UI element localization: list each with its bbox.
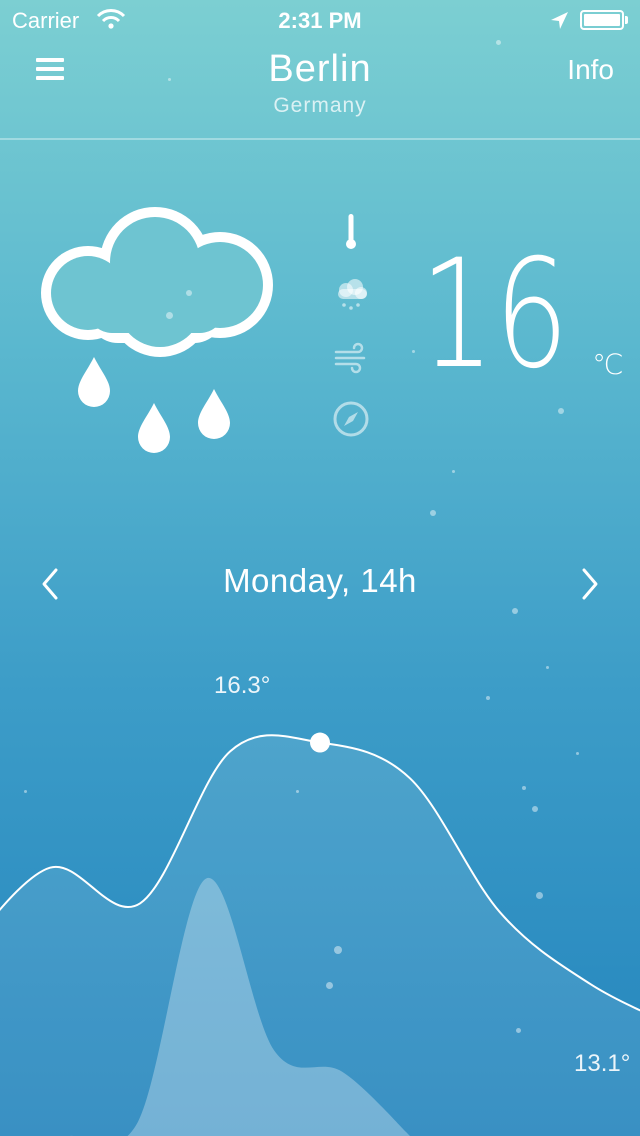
snow-particle [536,892,543,899]
min-temperature-label: 13.1° [574,1050,631,1077]
navigation-bar: Berlin Germany Info [0,40,640,138]
snow-particle [326,982,333,989]
country-name: Germany [273,94,367,117]
snow-particle [186,290,192,296]
snow-particle [512,608,518,614]
snow-particle [522,786,526,790]
current-temperature: 16 [420,228,569,402]
precipitation-icon[interactable] [328,272,374,318]
snow-particle [452,470,455,473]
snow-particle [546,666,549,669]
snow-particle [532,806,538,812]
location-arrow-icon [551,12,568,29]
snow-particle [296,790,299,793]
snow-particle [166,312,173,319]
snow-particle [486,696,490,700]
temperature-unit: ℃ [592,349,624,380]
wind-icon[interactable] [328,334,374,380]
header-divider [0,138,640,140]
snow-particle [168,78,171,81]
thermometer-icon[interactable] [328,210,374,256]
info-button[interactable]: Info [567,54,614,86]
snow-particle [412,350,415,353]
snow-particle [430,510,436,516]
rain-cloud-icon [41,207,273,453]
day-navigation: Monday, 14h [0,556,640,612]
selected-point[interactable] [310,732,330,753]
snow-particle [576,752,579,755]
snow-particle [558,408,564,414]
clock: 2:31 PM [278,8,362,33]
status-bar: Carrier 2:31 PM [0,0,640,40]
selected-day-label: Monday, 14h [223,562,417,599]
temperature-chart[interactable] [0,640,640,1136]
snow-particle [516,1028,521,1033]
snow-particle [24,790,27,793]
snow-particle [496,40,501,45]
compass-icon[interactable] [328,396,374,442]
max-temperature-label: 16.3° [214,672,271,699]
city-name: Berlin [268,48,372,90]
snow-particle [334,946,342,954]
chevron-right-icon[interactable] [576,564,604,604]
battery-icon [580,10,628,30]
